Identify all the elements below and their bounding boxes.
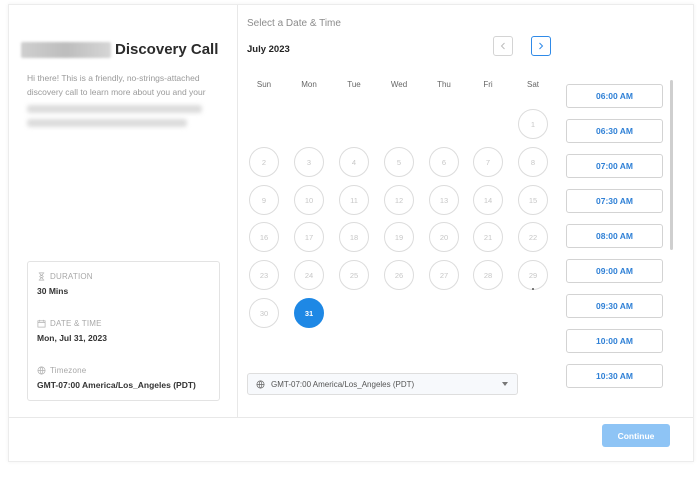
calendar-day[interactable]: 21 xyxy=(473,222,503,252)
calendar-day[interactable]: 18 xyxy=(339,222,369,252)
time-slot-button[interactable]: 09:30 AM xyxy=(566,294,663,318)
chevron-left-icon xyxy=(500,42,505,50)
calendar-day[interactable]: 28 xyxy=(473,260,503,290)
globe-icon xyxy=(37,366,46,375)
globe-icon xyxy=(256,380,265,388)
calendar-icon xyxy=(37,319,46,328)
timezone-select[interactable]: GMT-07:00 America/Los_Angeles (PDT) xyxy=(247,373,518,395)
calendar-day[interactable]: 14 xyxy=(473,185,503,215)
section-title: Select a Date & Time xyxy=(247,18,341,29)
timezone-select-value: GMT-07:00 America/Los_Angeles (PDT) xyxy=(271,379,415,389)
duration-info: DURATION 30 Mins xyxy=(37,272,93,296)
next-month-button[interactable] xyxy=(531,36,551,56)
calendar-day[interactable]: 16 xyxy=(249,222,279,252)
calendar-day-selected[interactable]: 31 xyxy=(294,298,324,328)
time-slot-scrollbar[interactable] xyxy=(670,80,673,250)
calendar-day[interactable]: 1 xyxy=(518,109,548,139)
weekday-header: Sun xyxy=(256,80,272,89)
footer-bar xyxy=(9,417,693,462)
time-slot-button[interactable]: 07:00 AM xyxy=(566,154,663,178)
time-slot-button[interactable]: 06:00 AM xyxy=(566,84,663,108)
calendar-day[interactable]: 3 xyxy=(294,147,324,177)
host-name-redacted xyxy=(21,41,111,58)
calendar-day[interactable]: 27 xyxy=(429,260,459,290)
calendar-day[interactable]: 6 xyxy=(429,147,459,177)
time-slot-button[interactable]: 10:30 AM xyxy=(566,364,663,388)
calendar-day[interactable]: 10 xyxy=(294,185,324,215)
weekday-header: Fri xyxy=(483,80,493,89)
calendar-day[interactable]: 24 xyxy=(294,260,324,290)
calendar-day[interactable]: 5 xyxy=(384,147,414,177)
calendar-day[interactable]: 23 xyxy=(249,260,279,290)
calendar-month: July 2023 xyxy=(247,44,290,55)
calendar-day[interactable]: 8 xyxy=(518,147,548,177)
today-indicator xyxy=(532,288,534,290)
datetime-info: DATE & TIME Mon, Jul 31, 2023 xyxy=(37,319,107,343)
timezone-info: Timezone GMT-07:00 America/Los_Angeles (… xyxy=(37,366,196,390)
hourglass-icon xyxy=(38,272,45,281)
timezone-label: Timezone xyxy=(50,366,87,375)
calendar-day[interactable]: 2 xyxy=(249,147,279,177)
weekday-header: Tue xyxy=(347,80,361,89)
calendar-day[interactable]: 4 xyxy=(339,147,369,177)
event-header: Discovery Call xyxy=(21,41,218,58)
calendar-day[interactable]: 11 xyxy=(339,185,369,215)
calendar-day[interactable]: 7 xyxy=(473,147,503,177)
weekday-header: Wed xyxy=(390,80,408,89)
calendar-day[interactable]: 19 xyxy=(384,222,414,252)
calendar-day[interactable]: 30 xyxy=(249,298,279,328)
description-redacted-line xyxy=(27,105,202,113)
calendar-day[interactable]: 20 xyxy=(429,222,459,252)
duration-value: 30 Mins xyxy=(37,286,69,296)
datetime-value: Mon, Jul 31, 2023 xyxy=(37,333,107,343)
weekday-header: Sat xyxy=(526,80,539,89)
event-details-panel: Discovery Call Hi there! This is a frien… xyxy=(9,5,238,417)
calendar-day[interactable]: 12 xyxy=(384,185,414,215)
event-description: Hi there! This is a friendly, no-strings… xyxy=(27,71,222,127)
time-slot-button[interactable]: 08:00 AM xyxy=(566,224,663,248)
calendar-day[interactable]: 22 xyxy=(518,222,548,252)
prev-month-button[interactable] xyxy=(493,36,513,56)
datetime-label: DATE & TIME xyxy=(50,319,102,328)
booking-summary: DURATION 30 Mins DATE & TIME Mon, Jul 31… xyxy=(27,261,220,401)
time-slot-button[interactable]: 07:30 AM xyxy=(566,189,663,213)
event-title: Discovery Call xyxy=(115,41,219,58)
chevron-right-icon xyxy=(539,42,544,50)
calendar-day[interactable]: 13 xyxy=(429,185,459,215)
event-description-text: Hi there! This is a friendly, no-strings… xyxy=(27,73,206,97)
weekday-header: Thu xyxy=(437,80,451,89)
calendar-day[interactable]: 26 xyxy=(384,260,414,290)
timezone-value: GMT-07:00 America/Los_Angeles (PDT) xyxy=(37,380,196,390)
duration-label: DURATION xyxy=(50,272,93,281)
calendar-day[interactable]: 29 xyxy=(518,260,548,290)
caret-down-icon xyxy=(502,382,508,386)
description-redacted-line xyxy=(27,119,187,127)
time-slot-button[interactable]: 09:00 AM xyxy=(566,259,663,283)
weekday-header: Mon xyxy=(301,80,317,89)
calendar-day[interactable]: 17 xyxy=(294,222,324,252)
calendar-day[interactable]: 25 xyxy=(339,260,369,290)
calendar-day[interactable]: 15 xyxy=(518,185,548,215)
continue-button[interactable]: Continue xyxy=(602,424,670,447)
calendar-day[interactable]: 9 xyxy=(249,185,279,215)
time-slot-button[interactable]: 06:30 AM xyxy=(566,119,663,143)
time-slot-button[interactable]: 10:00 AM xyxy=(566,329,663,353)
